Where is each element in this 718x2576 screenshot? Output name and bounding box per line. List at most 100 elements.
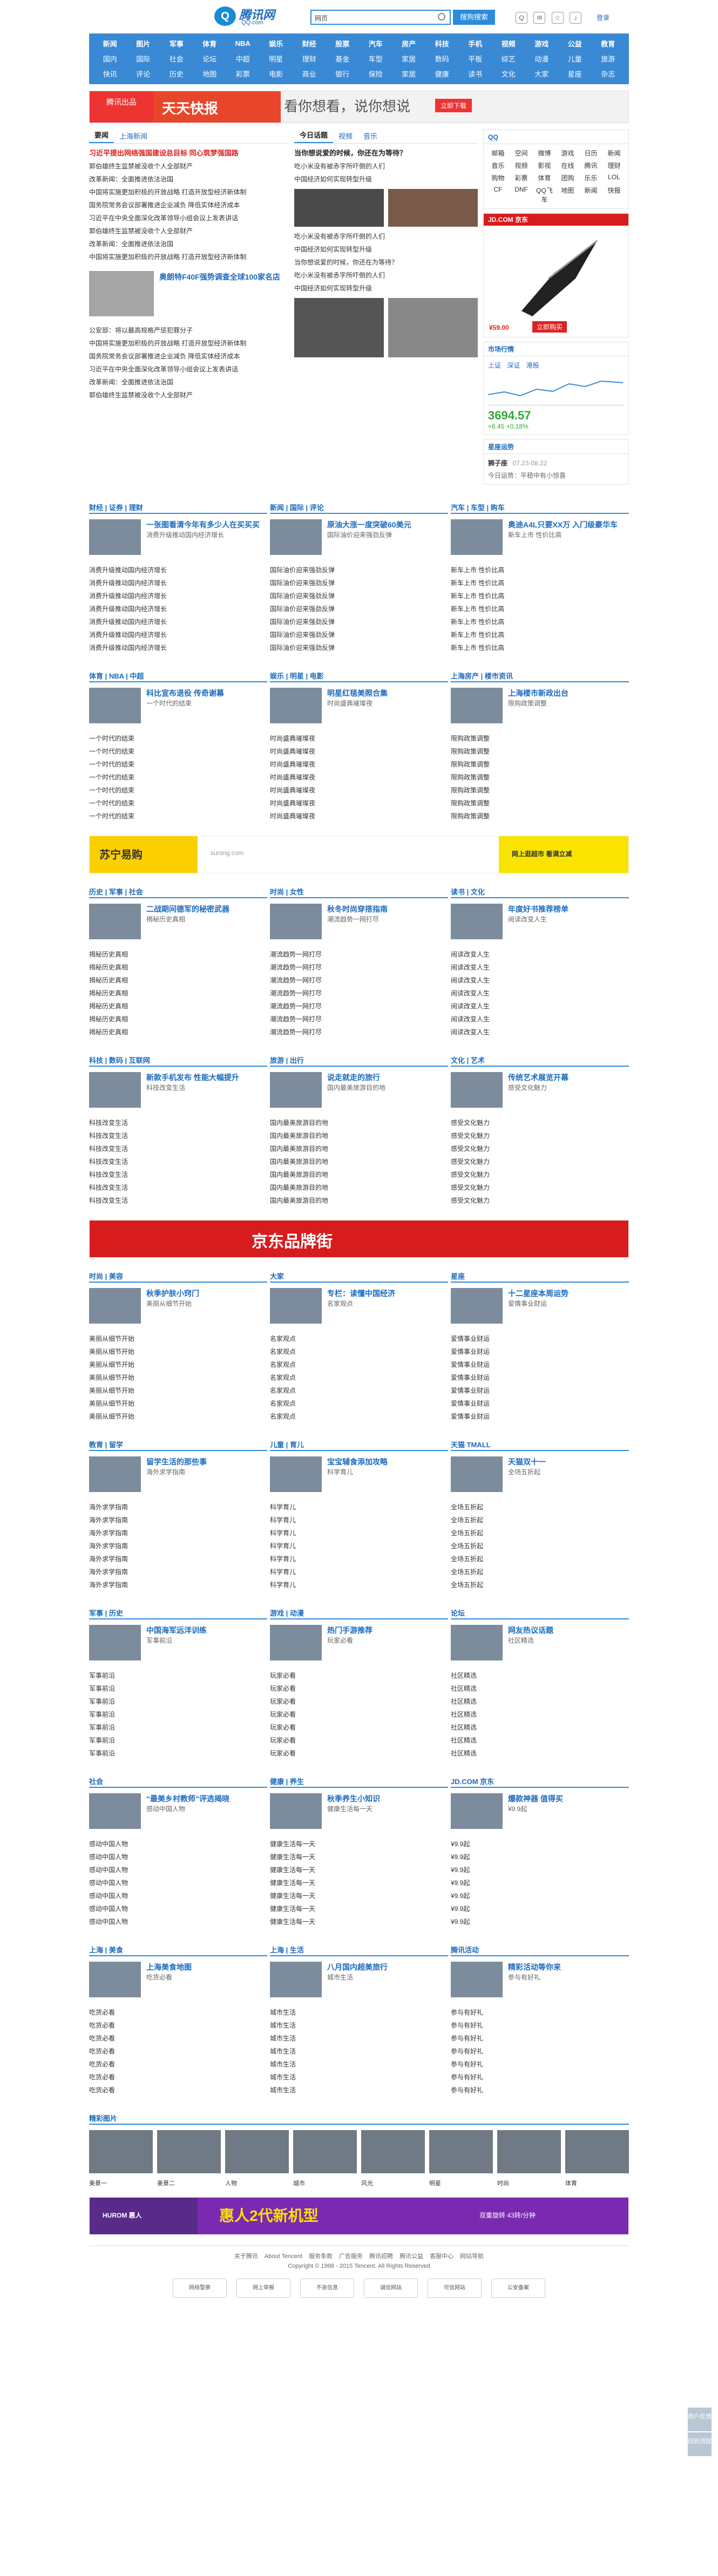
tab-music[interactable]: 音乐 xyxy=(358,131,383,143)
nav-item[interactable]: 综艺 xyxy=(492,53,525,64)
nav-item[interactable]: 论坛 xyxy=(193,53,227,64)
list-item[interactable]: 城市生活 xyxy=(270,2045,448,2058)
list-item[interactable]: 改革新闻：全面推进依法治国 xyxy=(89,173,289,186)
list-item[interactable]: 城市生活 xyxy=(270,2058,448,2071)
section-feature[interactable]: 奥迪A4L只要XX万 入门级豪华车 新车上市 性价比高 xyxy=(451,514,629,560)
list-item[interactable]: 爱情事业财运 xyxy=(451,1358,629,1371)
nav-item[interactable]: 动漫 xyxy=(525,53,559,64)
list-item[interactable]: 参与有好礼 xyxy=(451,2045,629,2058)
list-item[interactable]: 科技改变生活 xyxy=(89,1116,267,1129)
list-item[interactable]: 海外求学指南 xyxy=(89,1514,267,1527)
list-item[interactable]: 感动中国人物 xyxy=(89,1915,267,1928)
section-headline[interactable]: 科比宣布退役 传奇谢幕 xyxy=(146,688,224,699)
service-link[interactable]: CF xyxy=(488,186,508,204)
news-feature[interactable]: 奥朗特F40F强势调查全球100家名店 xyxy=(89,267,289,321)
list-item[interactable]: 感受文化魅力 xyxy=(451,1155,629,1168)
tab-news[interactable]: 要闻 xyxy=(89,130,114,143)
gallery-caption[interactable]: 美景一 xyxy=(89,2179,153,2187)
video-thumb[interactable] xyxy=(388,189,478,227)
list-item[interactable]: 海外求学指南 xyxy=(89,1501,267,1514)
cert-badge[interactable]: 公安备案 xyxy=(491,2279,545,2298)
list-item[interactable]: 国内最美旅游目的地 xyxy=(270,1155,448,1168)
gallery-caption[interactable]: 城市 xyxy=(293,2179,357,2187)
list-item[interactable]: 参与有好礼 xyxy=(451,2032,629,2045)
list-item[interactable]: 吃货必看 xyxy=(89,2071,267,2084)
list-item[interactable]: 军事前沿 xyxy=(89,1682,267,1695)
section-headline[interactable]: 秋季养生小知识 xyxy=(327,1793,380,1804)
list-item[interactable]: 国内最美旅游目的地 xyxy=(270,1194,448,1207)
section-title[interactable]: 天猫 TMALL xyxy=(451,1437,629,1451)
list-item[interactable]: 中国经济如何实现转型升级 xyxy=(294,173,478,186)
section-feature[interactable]: 传统艺术展览开幕 感受文化魅力 xyxy=(451,1067,629,1113)
list-item[interactable]: 习近平在中央全面深化改革领导小组会议上发表讲话 xyxy=(89,363,289,376)
list-item[interactable]: 国内最美旅游目的地 xyxy=(270,1116,448,1129)
list-item[interactable]: 爱情事业财运 xyxy=(451,1410,629,1423)
section-headline[interactable]: 中国海军远洋训练 xyxy=(146,1625,207,1636)
list-item[interactable]: 城市生活 xyxy=(270,2006,448,2019)
list-item[interactable]: 限购政策调整 xyxy=(451,771,629,784)
list-item[interactable]: ¥9.9起 xyxy=(451,1876,629,1889)
section-feature[interactable]: 天猫双十一 全场五折起 xyxy=(451,1451,629,1497)
list-item[interactable]: 改革新闻：全面推进依法治国 xyxy=(89,238,289,250)
list-item[interactable]: 全场五折起 xyxy=(451,1527,629,1540)
list-item[interactable]: 感动中国人物 xyxy=(89,1850,267,1863)
cert-badge[interactable]: 诚信网站 xyxy=(364,2279,418,2298)
section-headline[interactable]: 说走就走的旅行 xyxy=(327,1072,385,1083)
list-item[interactable]: 吃小米没有被赤字所吓倒的人们 xyxy=(294,269,478,282)
section-feature[interactable]: 热门手游推荐 玩家必看 xyxy=(270,1619,448,1666)
list-item[interactable]: 爱情事业财运 xyxy=(451,1371,629,1384)
list-item[interactable]: 名家观点 xyxy=(270,1410,448,1423)
list-item[interactable]: 感动中国人物 xyxy=(89,1838,267,1850)
list-item[interactable]: 科技改变生活 xyxy=(89,1155,267,1168)
list-item[interactable]: 海外求学指南 xyxy=(89,1540,267,1553)
list-item[interactable]: 潮流趋势一网打尽 xyxy=(270,1013,448,1026)
section-feature[interactable]: 十二星座本周运势 爱情事业财运 xyxy=(451,1283,629,1329)
list-item[interactable]: 科技改变生活 xyxy=(89,1194,267,1207)
list-item[interactable]: 军事前沿 xyxy=(89,1734,267,1747)
star-icon[interactable]: ☆ xyxy=(551,12,564,24)
list-item[interactable]: 一个时代的结束 xyxy=(89,797,267,810)
list-item[interactable]: 参与有好礼 xyxy=(451,2071,629,2084)
nav-item[interactable]: 评论 xyxy=(127,69,160,79)
list-item[interactable]: 当你想说爱的时候，你还在为等待？ xyxy=(294,256,478,269)
section-feature[interactable]: 年度好书推荐榜单 阅读改变人生 xyxy=(451,898,629,945)
gallery-caption[interactable]: 美景二 xyxy=(157,2179,221,2187)
tab-sh[interactable]: 上证 xyxy=(488,362,501,369)
list-item[interactable]: 限购政策调整 xyxy=(451,758,629,771)
gallery-caption[interactable]: 明星 xyxy=(429,2179,493,2187)
list-item[interactable]: 国际油价迎来强劲反弹 xyxy=(270,577,448,589)
section-headline[interactable]: “最美乡村教师”评选揭晓 xyxy=(146,1793,229,1804)
gallery-caption[interactable]: 人物 xyxy=(225,2179,289,2187)
list-item[interactable]: 公安部：将以最高规格严惩犯罪分子 xyxy=(89,324,289,337)
service-link[interactable]: 日历 xyxy=(581,148,601,158)
nav-item[interactable]: 图片 xyxy=(127,38,160,49)
feedback-button[interactable]: 用户反馈 xyxy=(688,2408,712,2431)
list-item[interactable]: 玩家必看 xyxy=(270,1695,448,1708)
list-item[interactable]: 消费升级推动国内经济增长 xyxy=(89,641,267,654)
list-item[interactable]: 城市生活 xyxy=(270,2019,448,2032)
section-title[interactable]: 时尚 | 美容 xyxy=(89,1269,267,1283)
section-feature[interactable]: 留学生活的那些事 海外求学指南 xyxy=(89,1451,267,1497)
list-item[interactable]: 名家观点 xyxy=(270,1397,448,1410)
list-item[interactable]: 美丽从细节开始 xyxy=(89,1397,267,1410)
section-headline[interactable]: 秋季护肤小窍门 xyxy=(146,1288,199,1299)
suning-ad[interactable]: 苏宁易购 suning.com 网上逛超市 看满立减 xyxy=(89,836,629,873)
nav-item[interactable]: 读书 xyxy=(459,69,492,79)
list-item[interactable]: 一个时代的结束 xyxy=(89,810,267,823)
section-feature[interactable]: 秋季护肤小窍门 美丽从细节开始 xyxy=(89,1283,267,1329)
nav-item[interactable]: 游戏 xyxy=(525,38,559,49)
section-feature[interactable]: 专栏：读懂中国经济 名家观点 xyxy=(270,1283,448,1329)
list-item[interactable]: 时尚盛典璀璨夜 xyxy=(270,732,448,745)
list-item[interactable]: 社区精选 xyxy=(451,1747,629,1760)
nav-item[interactable]: 汽车 xyxy=(359,38,392,49)
section-title[interactable]: 历史 | 军事 | 社会 xyxy=(89,884,267,898)
section-title[interactable]: 上海 | 美食 xyxy=(89,1942,267,1956)
list-item[interactable]: 健康生活每一天 xyxy=(270,1863,448,1876)
nav-item[interactable]: 国内 xyxy=(93,53,127,64)
section-headline[interactable]: 原油大涨一度突破60美元 xyxy=(327,519,411,530)
section-feature[interactable]: 精彩活动等你来 参与有好礼 xyxy=(451,1956,629,2003)
list-item[interactable]: 海外求学指南 xyxy=(89,1565,267,1578)
list-item[interactable]: 揭秘历史真相 xyxy=(89,987,267,1000)
footer-link[interactable]: About Tencent xyxy=(265,2253,302,2260)
list-item[interactable]: 玩家必看 xyxy=(270,1708,448,1721)
